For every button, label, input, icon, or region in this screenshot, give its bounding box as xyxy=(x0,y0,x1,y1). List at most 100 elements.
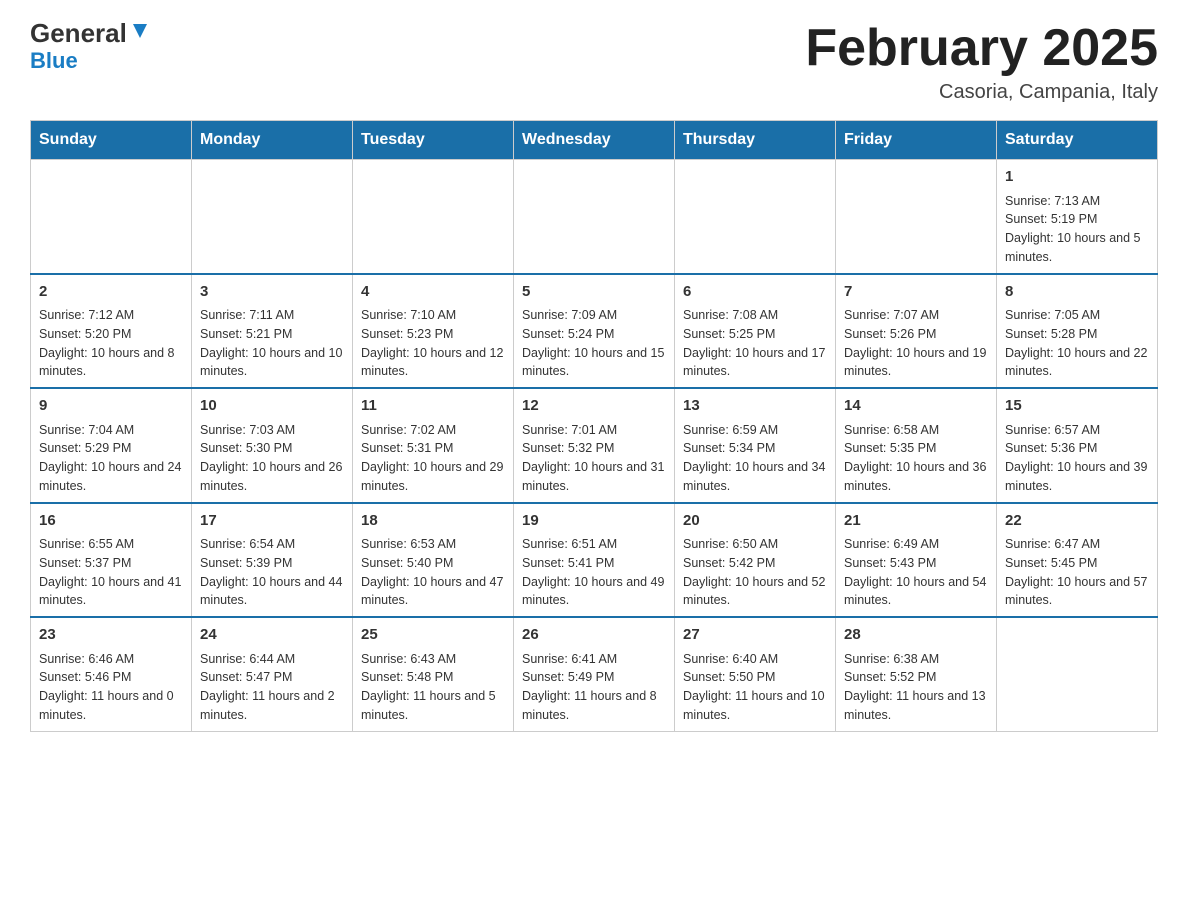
table-row: 17Sunrise: 6:54 AM Sunset: 5:39 PM Dayli… xyxy=(192,503,353,618)
calendar-table: Sunday Monday Tuesday Wednesday Thursday… xyxy=(30,120,1158,732)
day-info: Sunrise: 7:12 AM Sunset: 5:20 PM Dayligh… xyxy=(39,306,183,381)
day-number: 8 xyxy=(1005,281,1149,304)
table-row: 3Sunrise: 7:11 AM Sunset: 5:21 PM Daylig… xyxy=(192,274,353,389)
day-number: 27 xyxy=(683,624,827,647)
logo: General Blue xyxy=(30,20,151,74)
day-number: 7 xyxy=(844,281,988,304)
table-row xyxy=(997,617,1158,731)
table-row: 18Sunrise: 6:53 AM Sunset: 5:40 PM Dayli… xyxy=(353,503,514,618)
calendar-week-row: 2Sunrise: 7:12 AM Sunset: 5:20 PM Daylig… xyxy=(31,274,1158,389)
col-monday: Monday xyxy=(192,121,353,160)
table-row: 2Sunrise: 7:12 AM Sunset: 5:20 PM Daylig… xyxy=(31,274,192,389)
day-info: Sunrise: 7:10 AM Sunset: 5:23 PM Dayligh… xyxy=(361,306,505,381)
day-number: 6 xyxy=(683,281,827,304)
day-info: Sunrise: 7:01 AM Sunset: 5:32 PM Dayligh… xyxy=(522,421,666,496)
day-number: 24 xyxy=(200,624,344,647)
table-row: 14Sunrise: 6:58 AM Sunset: 5:35 PM Dayli… xyxy=(836,388,997,503)
table-row: 10Sunrise: 7:03 AM Sunset: 5:30 PM Dayli… xyxy=(192,388,353,503)
calendar-week-row: 23 Sunrise: 6:46 AM Sunset: 5:46 PM Dayli… xyxy=(31,617,1158,731)
day-info: Sunrise: 6:40 AM Sunset: 5:50 PM Dayligh… xyxy=(683,650,827,725)
day-info: Sunrise: 6:53 AM Sunset: 5:40 PM Dayligh… xyxy=(361,535,505,610)
day-info: Sunrise: 6:49 AM Sunset: 5:43 PM Dayligh… xyxy=(844,535,988,610)
page-header: General Blue February 2025 Casoria, Camp… xyxy=(30,20,1158,104)
day-info: Sunrise: 7:04 AM Sunset: 5:29 PM Dayligh… xyxy=(39,421,183,496)
day-number: 15 xyxy=(1005,395,1149,418)
day-info: Sunrise: 7:07 AM Sunset: 5:26 PM Dayligh… xyxy=(844,306,988,381)
day-number: 12 xyxy=(522,395,666,418)
table-row: 11Sunrise: 7:02 AM Sunset: 5:31 PM Dayli… xyxy=(353,388,514,503)
day-number: 1 xyxy=(1005,166,1149,189)
table-row xyxy=(514,160,675,274)
table-row: 4Sunrise: 7:10 AM Sunset: 5:23 PM Daylig… xyxy=(353,274,514,389)
day-number: 19 xyxy=(522,510,666,533)
day-number: 4 xyxy=(361,281,505,304)
day-info: Sunrise: 7:03 AM Sunset: 5:30 PM Dayligh… xyxy=(200,421,344,496)
table-row: 7Sunrise: 7:07 AM Sunset: 5:26 PM Daylig… xyxy=(836,274,997,389)
table-row: 16Sunrise: 6:55 AM Sunset: 5:37 PM Dayli… xyxy=(31,503,192,618)
table-row xyxy=(353,160,514,274)
month-title: February 2025 xyxy=(805,20,1158,77)
day-info: Sunrise: 6:47 AM Sunset: 5:45 PM Dayligh… xyxy=(1005,535,1149,610)
calendar-week-row: 1Sunrise: 7:13 AM Sunset: 5:19 PM Daylig… xyxy=(31,160,1158,274)
table-row: 20Sunrise: 6:50 AM Sunset: 5:42 PM Dayli… xyxy=(675,503,836,618)
title-block: February 2025 Casoria, Campania, Italy xyxy=(805,20,1158,104)
table-row xyxy=(31,160,192,274)
day-info: Sunrise: 6:55 AM Sunset: 5:37 PM Dayligh… xyxy=(39,535,183,610)
table-row: 23 Sunrise: 6:46 AM Sunset: 5:46 PM Dayli… xyxy=(31,617,192,731)
table-row: 1Sunrise: 7:13 AM Sunset: 5:19 PM Daylig… xyxy=(997,160,1158,274)
day-info: Sunrise: 7:08 AM Sunset: 5:25 PM Dayligh… xyxy=(683,306,827,381)
table-row xyxy=(836,160,997,274)
day-info: Sunrise: 6:41 AM Sunset: 5:49 PM Dayligh… xyxy=(522,650,666,725)
day-number: 3 xyxy=(200,281,344,304)
day-number: 23 xyxy=(39,624,183,647)
logo-sub-text: Blue xyxy=(30,48,78,74)
day-number: 14 xyxy=(844,395,988,418)
col-saturday: Saturday xyxy=(997,121,1158,160)
col-friday: Friday xyxy=(836,121,997,160)
day-number: 20 xyxy=(683,510,827,533)
table-row: 19Sunrise: 6:51 AM Sunset: 5:41 PM Dayli… xyxy=(514,503,675,618)
table-row: 8Sunrise: 7:05 AM Sunset: 5:28 PM Daylig… xyxy=(997,274,1158,389)
col-sunday: Sunday xyxy=(31,121,192,160)
day-number: 26 xyxy=(522,624,666,647)
day-number: 18 xyxy=(361,510,505,533)
day-info: Sunrise: 6:57 AM Sunset: 5:36 PM Dayligh… xyxy=(1005,421,1149,496)
table-row: 9 Sunrise: 7:04 AM Sunset: 5:29 PM Daylig… xyxy=(31,388,192,503)
day-info: Sunrise: 6:46 AM Sunset: 5:46 PM Dayligh… xyxy=(39,650,183,725)
day-info: Sunrise: 6:43 AM Sunset: 5:48 PM Dayligh… xyxy=(361,650,505,725)
day-number: 21 xyxy=(844,510,988,533)
col-thursday: Thursday xyxy=(675,121,836,160)
table-row xyxy=(192,160,353,274)
logo-arrow-icon xyxy=(129,20,151,42)
day-number: 11 xyxy=(361,395,505,418)
day-info: Sunrise: 7:05 AM Sunset: 5:28 PM Dayligh… xyxy=(1005,306,1149,381)
day-number: 16 xyxy=(39,510,183,533)
day-number: 9 xyxy=(39,395,183,418)
calendar-week-row: 16Sunrise: 6:55 AM Sunset: 5:37 PM Dayli… xyxy=(31,503,1158,618)
day-number: 5 xyxy=(522,281,666,304)
day-number: 28 xyxy=(844,624,988,647)
day-number: 17 xyxy=(200,510,344,533)
location: Casoria, Campania, Italy xyxy=(805,81,1158,104)
day-info: Sunrise: 6:50 AM Sunset: 5:42 PM Dayligh… xyxy=(683,535,827,610)
table-row: 28 Sunrise: 6:38 AM Sunset: 5:52 PM Dayli… xyxy=(836,617,997,731)
day-number: 22 xyxy=(1005,510,1149,533)
table-row: 13Sunrise: 6:59 AM Sunset: 5:34 PM Dayli… xyxy=(675,388,836,503)
table-row: 12 Sunrise: 7:01 AM Sunset: 5:32 PM Dayli… xyxy=(514,388,675,503)
table-row: 22Sunrise: 6:47 AM Sunset: 5:45 PM Dayli… xyxy=(997,503,1158,618)
table-row: 5Sunrise: 7:09 AM Sunset: 5:24 PM Daylig… xyxy=(514,274,675,389)
calendar-header-row: Sunday Monday Tuesday Wednesday Thursday… xyxy=(31,121,1158,160)
col-wednesday: Wednesday xyxy=(514,121,675,160)
table-row: 25Sunrise: 6:43 AM Sunset: 5:48 PM Dayli… xyxy=(353,617,514,731)
table-row: 27 Sunrise: 6:40 AM Sunset: 5:50 PM Dayli… xyxy=(675,617,836,731)
table-row: 6Sunrise: 7:08 AM Sunset: 5:25 PM Daylig… xyxy=(675,274,836,389)
table-row: 15 Sunrise: 6:57 AM Sunset: 5:36 PM Dayli… xyxy=(997,388,1158,503)
day-info: Sunrise: 7:11 AM Sunset: 5:21 PM Dayligh… xyxy=(200,306,344,381)
day-info: Sunrise: 6:38 AM Sunset: 5:52 PM Dayligh… xyxy=(844,650,988,725)
day-info: Sunrise: 6:54 AM Sunset: 5:39 PM Dayligh… xyxy=(200,535,344,610)
table-row: 21Sunrise: 6:49 AM Sunset: 5:43 PM Dayli… xyxy=(836,503,997,618)
day-info: Sunrise: 6:44 AM Sunset: 5:47 PM Dayligh… xyxy=(200,650,344,725)
day-info: Sunrise: 6:51 AM Sunset: 5:41 PM Dayligh… xyxy=(522,535,666,610)
day-number: 2 xyxy=(39,281,183,304)
day-info: Sunrise: 6:59 AM Sunset: 5:34 PM Dayligh… xyxy=(683,421,827,496)
